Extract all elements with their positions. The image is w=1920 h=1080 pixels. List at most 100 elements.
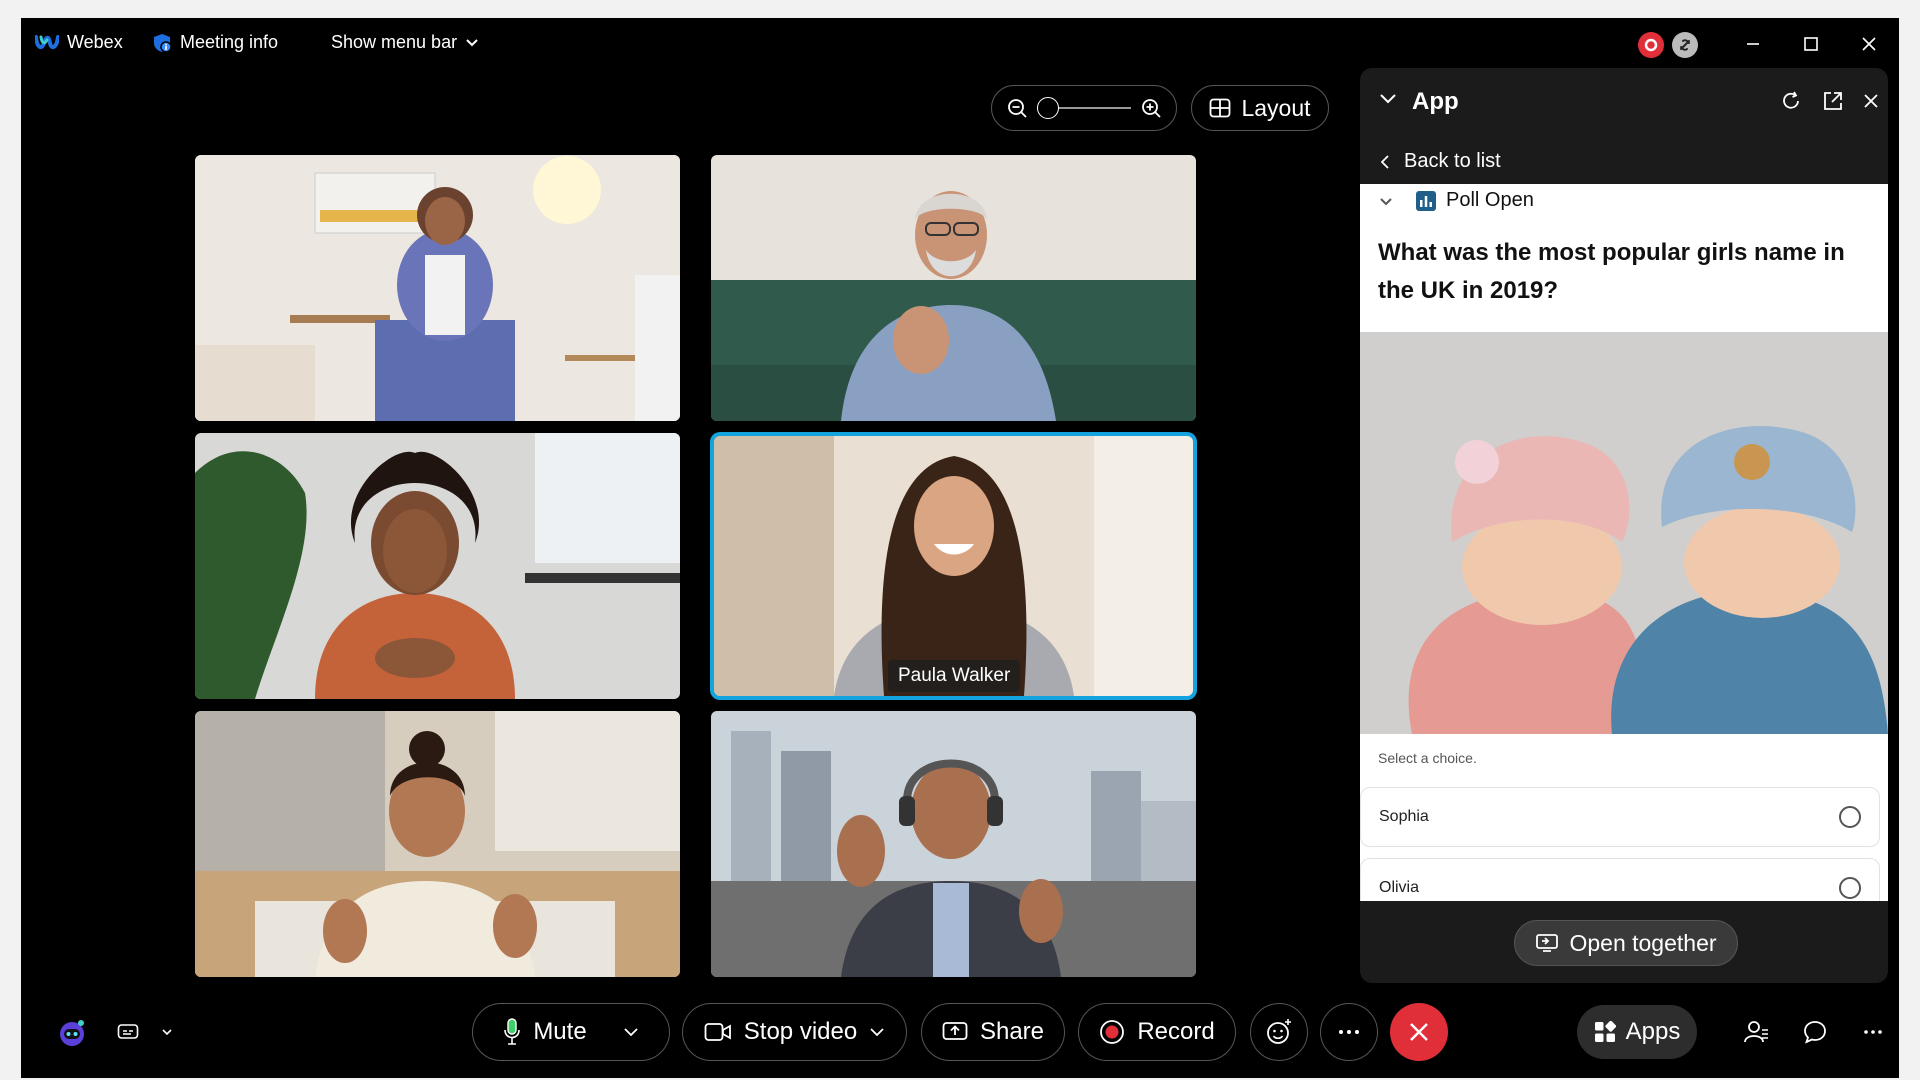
chat-button[interactable] xyxy=(1797,1014,1833,1050)
microphone-icon xyxy=(504,1018,521,1045)
poll-status-label: Poll Open xyxy=(1446,189,1534,211)
refresh-button[interactable] xyxy=(1780,90,1802,117)
chevron-down-icon[interactable] xyxy=(623,1027,639,1037)
poll-image xyxy=(1360,332,1888,734)
participant-video-image xyxy=(195,155,680,421)
more-options-button[interactable] xyxy=(1320,1003,1378,1061)
poll-status: Poll Open xyxy=(1416,189,1534,212)
close-icon xyxy=(1862,37,1876,51)
title-bar: Webex Meeting info Show menu bar xyxy=(21,18,1899,70)
mute-label: Mute xyxy=(533,1018,587,1045)
refresh-icon xyxy=(1783,91,1799,109)
meeting-info-button[interactable]: Meeting info xyxy=(152,32,278,53)
webex-app-menu[interactable]: Webex xyxy=(35,32,123,53)
closed-captions-icon xyxy=(117,1024,139,1039)
app-side-panel: App Back to list Poll Open What was the … xyxy=(1360,68,1888,983)
zoom-control xyxy=(991,85,1177,131)
maximize-icon xyxy=(1804,37,1818,51)
stop-video-label: Stop video xyxy=(743,1018,858,1045)
participant-video-tile[interactable] xyxy=(195,711,680,977)
participant-video-image xyxy=(711,155,1196,421)
chevron-down-icon xyxy=(466,38,478,46)
maximize-button[interactable] xyxy=(1791,28,1831,60)
choice-label: Sophia xyxy=(1379,808,1429,825)
layout-grid-icon xyxy=(1210,98,1231,118)
captions-button[interactable] xyxy=(117,1014,173,1050)
pop-out-button[interactable] xyxy=(1822,90,1844,117)
end-call-button[interactable] xyxy=(1390,1003,1448,1061)
app-panel-header: App xyxy=(1360,68,1888,136)
record-icon xyxy=(1100,1020,1125,1044)
apps-label: Apps xyxy=(1625,1018,1681,1045)
zoom-slider[interactable] xyxy=(1037,97,1131,119)
apps-grid-icon xyxy=(1594,1021,1616,1042)
participant-video-tile[interactable] xyxy=(195,433,680,699)
zoom-out-icon[interactable] xyxy=(1006,97,1028,119)
app-name: Webex xyxy=(67,32,123,52)
poll-question: What was the most popular girls name in … xyxy=(1378,239,1845,304)
close-window-button[interactable] xyxy=(1849,28,1889,60)
webex-assistant-button[interactable] xyxy=(54,1014,90,1050)
collapse-panel-button[interactable] xyxy=(1378,92,1398,111)
radio-button-icon[interactable] xyxy=(1839,877,1861,899)
poll-choice[interactable]: Olivia xyxy=(1360,858,1880,901)
participants-button[interactable] xyxy=(1738,1014,1774,1050)
more-horizontal-icon xyxy=(1339,1030,1359,1034)
reactions-button[interactable] xyxy=(1250,1003,1308,1061)
participant-video-image xyxy=(714,436,1193,696)
choice-label: Olivia xyxy=(1379,879,1420,896)
share-button[interactable]: Share xyxy=(921,1003,1065,1061)
back-to-list-label: Back to list xyxy=(1404,150,1501,172)
active-speaker-video-tile[interactable]: Paula Walker xyxy=(714,436,1193,696)
poll-choice[interactable]: Sophia xyxy=(1360,787,1880,847)
chevron-down-icon xyxy=(1380,198,1392,206)
poll-content: Poll Open What was the most popular girl… xyxy=(1360,184,1888,901)
close-panel-button[interactable] xyxy=(1862,92,1880,115)
stop-video-button[interactable]: Stop video xyxy=(682,1003,907,1061)
recording-indicator-icon[interactable] xyxy=(1638,32,1664,58)
participant-video-tile[interactable] xyxy=(195,155,680,421)
assistant-bot-icon xyxy=(60,1020,84,1046)
poll-chart-icon xyxy=(1416,190,1436,211)
mute-button[interactable]: Mute xyxy=(472,1003,670,1061)
apps-button[interactable]: Apps xyxy=(1577,1005,1697,1059)
share-label: Share xyxy=(979,1018,1045,1045)
participant-video-image xyxy=(711,711,1196,977)
chevron-down-icon[interactable] xyxy=(869,1027,885,1037)
minimize-icon xyxy=(1747,43,1759,45)
participant-name-tag: Paula Walker xyxy=(888,660,1021,692)
share-screen-icon xyxy=(942,1022,968,1040)
participant-video-image xyxy=(195,711,680,977)
show-menu-bar-button[interactable]: Show menu bar xyxy=(331,32,479,53)
radio-button-icon[interactable] xyxy=(1839,806,1861,828)
participant-video-tile[interactable] xyxy=(711,711,1196,977)
layout-label: Layout xyxy=(1241,94,1311,121)
minimize-button[interactable] xyxy=(1733,28,1773,60)
poll-collapse-toggle[interactable] xyxy=(1378,195,1394,213)
chat-bubble-icon xyxy=(1804,1021,1826,1044)
webex-meeting-window: Webex Meeting info Show menu bar Layout … xyxy=(21,18,1899,1078)
poll-prompt: Select a choice. xyxy=(1378,750,1477,766)
participant-video-tile[interactable] xyxy=(711,155,1196,421)
webex-logo-icon xyxy=(35,34,59,49)
pop-out-icon xyxy=(1824,92,1842,110)
link-status-icon[interactable] xyxy=(1672,32,1698,58)
participants-icon xyxy=(1744,1021,1768,1043)
shield-info-icon xyxy=(154,33,172,53)
record-button[interactable]: Record xyxy=(1078,1003,1236,1061)
layout-button[interactable]: Layout xyxy=(1191,85,1329,131)
emoji-add-icon xyxy=(1267,1019,1291,1044)
open-together-label: Open together xyxy=(1569,929,1717,956)
share-screen-icon xyxy=(1536,934,1559,952)
open-together-button[interactable]: Open together xyxy=(1514,920,1738,966)
video-camera-icon xyxy=(704,1023,731,1041)
zoom-in-icon[interactable] xyxy=(1140,97,1162,119)
zoom-slider-handle[interactable] xyxy=(1037,97,1059,119)
record-label: Record xyxy=(1137,1018,1215,1045)
back-to-list-link[interactable]: Back to list xyxy=(1380,150,1501,173)
meeting-info-label: Meeting info xyxy=(180,32,279,52)
participant-video-image xyxy=(195,433,680,699)
more-panels-button[interactable] xyxy=(1855,1014,1891,1050)
app-panel-title: App xyxy=(1412,88,1459,115)
chevron-down-icon xyxy=(162,1029,172,1036)
